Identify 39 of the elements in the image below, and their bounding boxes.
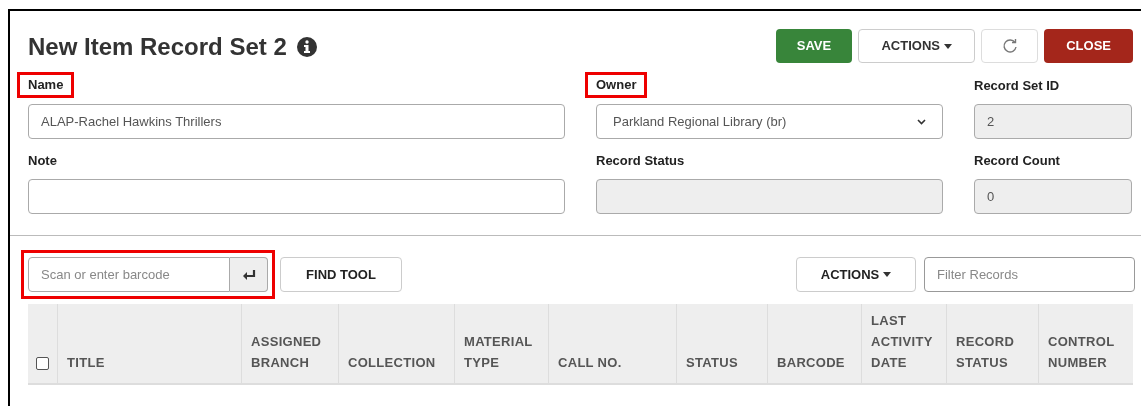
owner-select[interactable]: Parkland Regional Library (br) — [596, 104, 943, 139]
column-header[interactable]: MATERIAL TYPE — [464, 331, 533, 373]
column-header[interactable]: RECORD STATUS — [956, 331, 1015, 373]
enter-button[interactable] — [230, 257, 268, 292]
field-label: Record Status — [596, 152, 685, 170]
actions-button[interactable]: ACTIONS — [858, 29, 976, 63]
field-label: Note — [28, 152, 57, 170]
enter-icon — [241, 268, 256, 281]
select-all-checkbox[interactable] — [36, 357, 49, 370]
field-label: Name — [17, 72, 75, 98]
column-header[interactable]: COLLECTION — [348, 352, 436, 373]
caret-icon — [943, 43, 952, 49]
column-header[interactable]: LAST ACTIVITY DATE — [871, 310, 933, 373]
input-field[interactable] — [596, 179, 943, 214]
column-header[interactable]: ASSIGNED BRANCH — [251, 331, 322, 373]
close-button[interactable]: CLOSE — [1044, 29, 1133, 63]
find-tool-button[interactable]: FIND TOOL — [280, 257, 402, 292]
column-header[interactable]: CALL NO. — [558, 352, 622, 373]
caret-icon — [883, 272, 892, 277]
chevron-down-icon — [917, 118, 926, 125]
refresh-icon — [1001, 38, 1018, 54]
refresh-button[interactable] — [981, 29, 1039, 63]
column-header[interactable]: TITLE — [67, 352, 105, 373]
field-label: Record Count — [974, 152, 1060, 170]
page-title: New Item Record Set 2 — [28, 32, 287, 62]
barcode-field[interactable]: Scan or enter barcode — [28, 257, 230, 292]
info-icon — [296, 37, 317, 57]
field-label: Owner — [585, 72, 648, 98]
field-label: Record Set ID — [974, 77, 1060, 95]
input-field[interactable]: 0 — [974, 179, 1132, 214]
input-field[interactable]: ALAP-Rachel Hawkins Thrillers — [28, 104, 565, 139]
actions-button[interactable]: ACTIONS — [796, 257, 916, 292]
column-header[interactable]: BARCODE — [777, 352, 845, 373]
input-field[interactable]: 2 — [974, 104, 1132, 139]
filter-field[interactable]: Filter Records — [924, 257, 1135, 292]
column-header[interactable]: CONTROL NUMBER — [1048, 331, 1115, 373]
save-button[interactable]: SAVE — [775, 29, 853, 63]
input-field[interactable] — [28, 179, 565, 214]
column-header[interactable]: STATUS — [686, 352, 738, 373]
